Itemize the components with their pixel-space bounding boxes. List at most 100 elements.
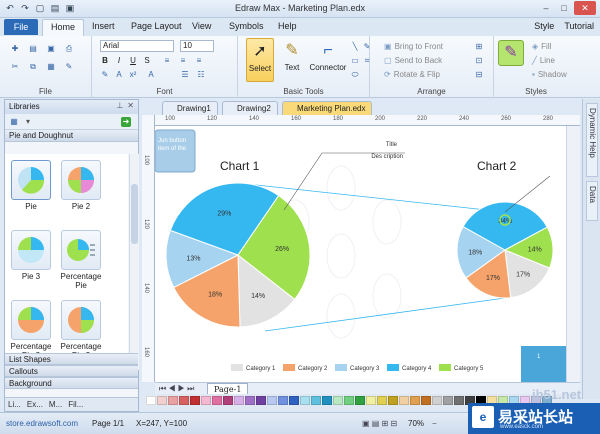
shape-tool-icon[interactable]: ▭ — [350, 56, 360, 66]
palette-swatch[interactable] — [223, 396, 233, 405]
palette-swatch[interactable] — [190, 396, 200, 405]
library-go-icon[interactable]: ➜ — [121, 117, 131, 127]
quick-style-button[interactable]: ✎ — [498, 40, 524, 66]
palette-swatch[interactable] — [399, 396, 409, 405]
palette-swatch[interactable] — [267, 396, 277, 405]
font-color-a-icon[interactable]: A — [146, 70, 156, 80]
fill-button[interactable]: ◈ Fill — [532, 42, 551, 51]
cut-icon[interactable]: ✂ — [10, 62, 20, 72]
bullets-icon[interactable]: ☰ — [180, 70, 190, 80]
group-icon[interactable]: ⊡ — [474, 56, 484, 66]
palette-swatch[interactable] — [454, 396, 464, 405]
library-item-pie-3[interactable]: Pie 3 — [9, 230, 53, 281]
library-section-list-shapes[interactable]: List Shapes — [5, 353, 138, 365]
library-section-callouts[interactable]: Callouts — [5, 365, 138, 377]
shadow-button[interactable]: ▪ Shadow — [532, 70, 567, 79]
new-icon[interactable]: ✚ — [10, 44, 20, 54]
library-item-percentage-pie-2[interactable]: Percentage Pie 2 — [9, 300, 53, 360]
palette-swatch[interactable] — [322, 396, 332, 405]
palette-swatch[interactable] — [333, 396, 343, 405]
data-tab[interactable]: Data — [586, 181, 598, 221]
view-mode-icons[interactable]: ▣ ▤ ⊞ ⊟ — [362, 419, 397, 428]
ellipse-tool-icon[interactable]: ⬭ — [350, 70, 360, 80]
library-item-pie-2[interactable]: Pie 2 — [59, 160, 103, 211]
text-tool-button[interactable]: ✎ Text — [278, 38, 306, 82]
bring-to-front-button[interactable]: ▣ Bring to Front — [384, 42, 443, 51]
palette-swatch[interactable] — [410, 396, 420, 405]
store-link[interactable]: store.edrawsoft.com — [6, 419, 78, 428]
connector-tool-button[interactable]: ⌐ Connector — [308, 38, 348, 82]
maximize-button[interactable]: □ — [556, 1, 572, 15]
tab-help[interactable]: Help — [278, 21, 297, 31]
copy-icon[interactable]: ⧉ — [28, 62, 38, 72]
style-menu[interactable]: Style — [534, 21, 554, 31]
palette-swatch[interactable] — [146, 396, 156, 405]
tab-page-layout[interactable]: Page Layout — [131, 21, 182, 31]
palette-swatch[interactable] — [311, 396, 321, 405]
library-item-percentage-pie[interactable]: Percentage Pie — [59, 230, 103, 290]
palette-swatch[interactable] — [179, 396, 189, 405]
paste-icon[interactable]: ▦ — [46, 62, 56, 72]
library-item-pie[interactable]: Pie — [9, 160, 53, 211]
palette-swatch[interactable] — [289, 396, 299, 405]
open-icon[interactable]: ▤ — [28, 44, 38, 54]
strikethrough-icon[interactable]: S — [142, 56, 152, 66]
page-nav-arrows[interactable]: ⏮ ◀ ▶ ⏭ — [159, 384, 194, 394]
file-menu-button[interactable]: File — [4, 19, 38, 35]
underline-icon[interactable]: U — [128, 56, 138, 66]
library-item-percentage-pie-3[interactable]: Percentage Pie 3 — [59, 300, 103, 360]
print-icon[interactable]: ⎙ — [64, 44, 74, 54]
library-scroll-thumb[interactable] — [131, 184, 138, 244]
palette-swatch[interactable] — [355, 396, 365, 405]
tab-insert[interactable]: Insert — [92, 21, 115, 31]
palette-swatch[interactable] — [278, 396, 288, 405]
italic-icon[interactable]: I — [114, 56, 124, 66]
library-scrollbar[interactable] — [129, 154, 139, 370]
tutorial-menu[interactable]: Tutorial — [564, 21, 594, 31]
library-tab-m[interactable]: M... — [46, 398, 65, 411]
align-right-icon[interactable]: ≡ — [194, 56, 204, 66]
palette-swatch[interactable] — [157, 396, 167, 405]
palette-swatch[interactable] — [344, 396, 354, 405]
highlight-icon[interactable]: ✎ — [100, 70, 110, 80]
select-tool-button[interactable]: ➚ Select — [246, 38, 274, 82]
palette-swatch[interactable] — [366, 396, 376, 405]
library-section-pie[interactable]: Pie and Doughnut — [5, 130, 138, 142]
align-icon[interactable]: ⊞ — [474, 42, 484, 52]
palette-swatch[interactable] — [388, 396, 398, 405]
line-style-button[interactable]: ╱ Line — [532, 56, 555, 65]
library-tab-ex[interactable]: Ex... — [24, 398, 46, 411]
doc-tab-drawing1[interactable]: Drawing1 — [162, 101, 218, 115]
save-icon[interactable]: ▣ — [46, 44, 56, 54]
pin-icon[interactable]: ⊥ — [116, 101, 123, 110]
tab-view[interactable]: View — [192, 21, 211, 31]
dynamic-help-tab[interactable]: Dynamic Help — [586, 103, 598, 177]
palette-swatch[interactable] — [201, 396, 211, 405]
library-menu-icon[interactable]: ▦ — [9, 117, 19, 127]
superscript-icon[interactable]: x² — [128, 70, 138, 80]
lock-icon[interactable]: ⊟ — [474, 70, 484, 80]
minimize-button[interactable]: – — [538, 1, 554, 15]
palette-swatch[interactable] — [300, 396, 310, 405]
library-tab-li[interactable]: Li... — [5, 398, 24, 411]
font-color-icon[interactable]: A — [114, 70, 124, 80]
close-panel-icon[interactable]: ✕ — [127, 101, 134, 110]
palette-swatch[interactable] — [245, 396, 255, 405]
rotate-flip-button[interactable]: ⟳ Rotate & Flip — [384, 70, 440, 79]
doc-tab-marketing-plan[interactable]: Marketing Plan.edx — [282, 101, 373, 115]
close-button[interactable]: ✕ — [574, 1, 596, 15]
line-tool-icon[interactable]: ╲ — [350, 42, 360, 52]
palette-swatch[interactable] — [432, 396, 442, 405]
palette-swatch[interactable] — [377, 396, 387, 405]
palette-swatch[interactable] — [443, 396, 453, 405]
canvas-vertical-scrollbar[interactable] — [566, 126, 580, 382]
align-center-icon[interactable]: ≡ — [178, 56, 188, 66]
bold-icon[interactable]: B — [100, 56, 110, 66]
format-painter-icon[interactable]: ✎ — [64, 62, 74, 72]
doc-tab-drawing2[interactable]: Drawing2 — [222, 101, 278, 115]
zoom-out-icon[interactable]: − — [432, 419, 437, 428]
drawing-canvas[interactable]: Jun button item of the 14% 18% 13% 29% 26% Ch… — [155, 126, 566, 382]
font-name-select[interactable]: Arial — [100, 40, 174, 52]
palette-swatch[interactable] — [234, 396, 244, 405]
font-size-select[interactable]: 10 — [180, 40, 214, 52]
